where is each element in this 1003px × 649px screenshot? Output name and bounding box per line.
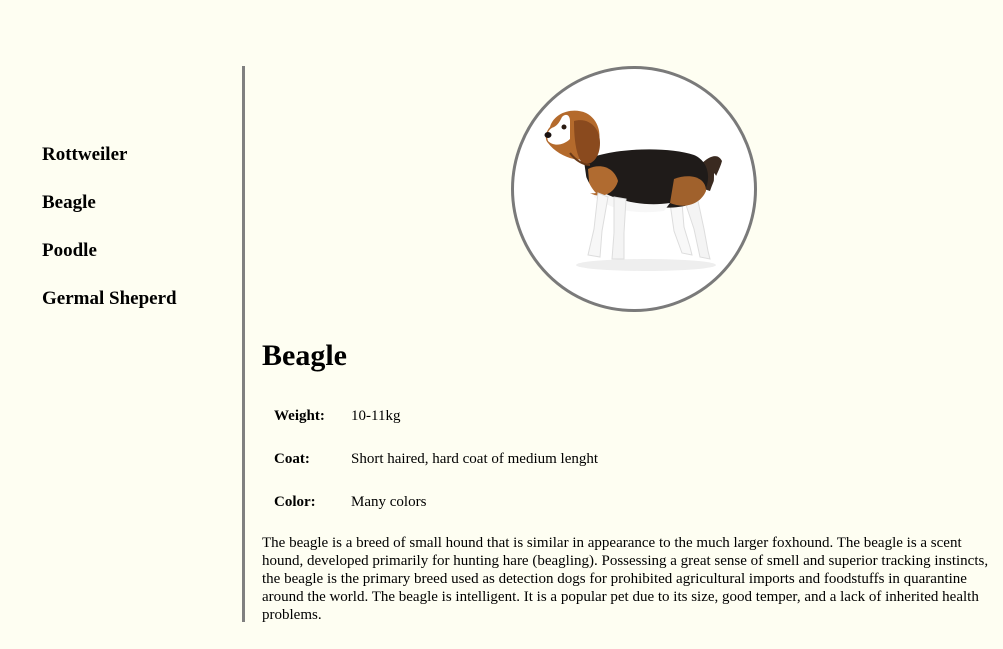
vertical-divider [242,66,245,622]
breed-description: The beagle is a breed of small hound tha… [262,535,989,623]
nav-item-poodle[interactable]: Poodle [42,240,232,262]
breed-photo [511,66,757,312]
fact-row-color: Color: Many colors [274,491,598,534]
fact-row-coat: Coat: Short haired, hard coat of medium … [274,448,598,491]
fact-key: Color: [274,494,316,510]
nav-item-beagle[interactable]: Beagle [42,192,232,214]
fact-value: 10-11kg [351,408,401,424]
breed-title: Beagle [262,339,347,372]
nav-item-german-shepherd[interactable]: Germal Sheperd [42,288,232,310]
fact-value: Many colors [351,494,427,510]
nav-item-rottweiler[interactable]: Rottweiler [42,144,232,166]
fact-key: Coat: [274,451,310,467]
fact-key: Weight: [274,408,325,424]
breed-facts-table: Weight: 10-11kg Coat: Short haired, hard… [274,405,598,534]
page: Rottweiler Beagle Poodle Germal Sheperd [0,0,1003,649]
fact-row-weight: Weight: 10-11kg [274,405,598,448]
fact-value: Short haired, hard coat of medium lenght [351,451,599,467]
beagle-illustration [544,110,722,271]
breed-nav: Rottweiler Beagle Poodle Germal Sheperd [42,144,232,336]
